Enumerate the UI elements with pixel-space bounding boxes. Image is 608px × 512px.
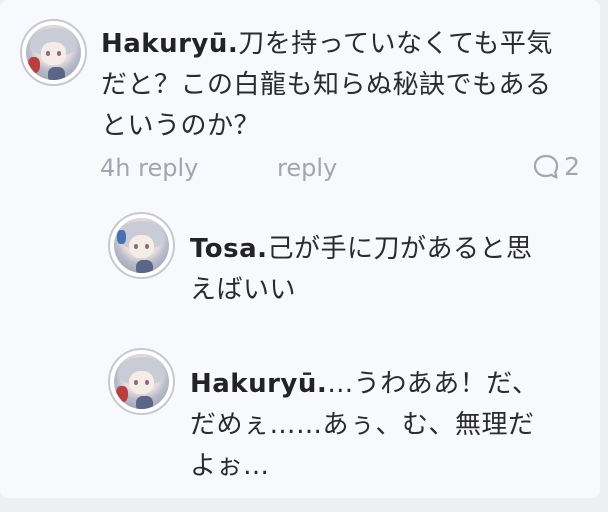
time-label: 4h <box>100 154 131 182</box>
reply-count-button[interactable]: 2 <box>532 152 580 181</box>
avatar-image <box>114 354 169 409</box>
speech-bubble-icon <box>533 154 559 179</box>
comment-card: Hakuryū.刀を持っていなくても平気だと？この白龍も知らぬ秘訣でもあるという… <box>0 0 600 498</box>
main-comment-text: Hakuryū.刀を持っていなくても平気だと？この白龍も知らぬ秘訣でもあるという… <box>101 24 571 147</box>
reply-avatar[interactable] <box>108 348 175 415</box>
avatar[interactable] <box>20 19 87 86</box>
comment-time: 4h reply <box>100 154 198 182</box>
reply-author[interactable]: Hakuryū. <box>190 369 327 399</box>
reply-text: Hakuryū.…うわああ！だ、だめぇ……あぅ、む、無理だよぉ… <box>190 364 550 487</box>
reply-button[interactable]: reply <box>277 154 337 182</box>
reply-link[interactable]: reply <box>138 154 198 182</box>
comment-author[interactable]: Hakuryū. <box>101 29 238 59</box>
reply-author[interactable]: Tosa. <box>190 234 268 264</box>
avatar-image <box>114 218 169 273</box>
reply-text: Tosa.己が手に刀があると思えばいい <box>190 229 550 311</box>
reply-count: 2 <box>564 152 580 181</box>
reply-avatar[interactable] <box>108 212 175 279</box>
avatar-image <box>26 25 81 80</box>
